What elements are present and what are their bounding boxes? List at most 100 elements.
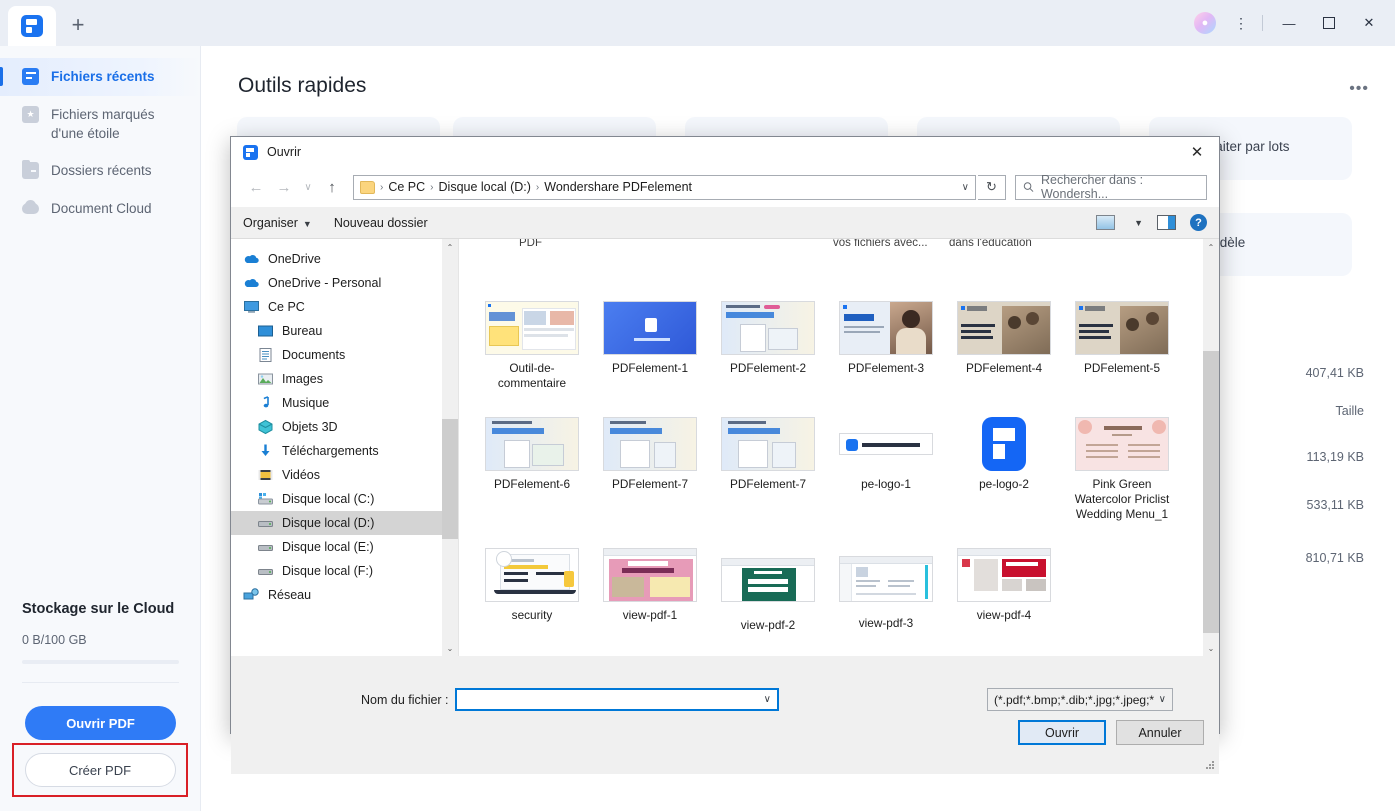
scroll-down-icon[interactable]: ⌄ (1203, 640, 1219, 656)
scroll-up-icon[interactable]: ⌃ (1203, 239, 1219, 255)
chevron-down-icon[interactable]: ∨ (962, 182, 969, 193)
filename-input[interactable]: ∨ (455, 688, 779, 711)
file-thumbnail (603, 417, 697, 471)
app-menu-button[interactable]: ⋮ (1226, 8, 1256, 38)
file-item[interactable]: pe-logo-2 (945, 417, 1063, 522)
sidebar-item-recent-files[interactable]: Fichiers récents (0, 58, 200, 96)
up-button[interactable]: ↑ (319, 174, 345, 200)
file-thumbnail (485, 548, 579, 602)
tree-item-onedrive[interactable]: OneDrive (231, 247, 458, 271)
dialog-close-button[interactable]: ✕ (1175, 137, 1219, 167)
tree-item-onedrive-personal[interactable]: OneDrive - Personal (231, 271, 458, 295)
filetype-select[interactable]: (*.pdf;*.bmp;*.dib;*.jpg;*.jpeg;* ∨ (987, 688, 1173, 711)
breadcrumb-item-drive-d[interactable]: Disque local (D:) (439, 180, 531, 194)
tree-item-drive-c[interactable]: Disque local (C:) (231, 487, 458, 511)
sidebar-divider (22, 682, 179, 683)
new-folder-button[interactable]: Nouveau dossier (334, 216, 428, 230)
dialog-titlebar: Ouvrir ✕ (231, 137, 1219, 167)
file-item[interactable]: Pink Green Watercolor Priclist Wedding M… (1063, 417, 1181, 522)
cloud-storage-title: Stockage sur le Cloud (22, 601, 175, 617)
tree-scrollbar-thumb[interactable] (442, 419, 458, 539)
file-item[interactable]: pe-logo-1 (827, 417, 945, 522)
tree-scrollbar[interactable]: ⌃ ⌄ (442, 239, 458, 656)
file-item[interactable]: view-pdf-3 (827, 548, 945, 633)
clipped-text: PDF (519, 239, 542, 249)
file-list-scrollbar[interactable]: ⌃ ⌄ (1203, 239, 1219, 656)
file-name: view-pdf-1 (622, 608, 678, 622)
file-item[interactable]: PDFelement-1 (591, 301, 709, 391)
scroll-down-icon[interactable]: ⌄ (442, 640, 458, 656)
back-button[interactable]: ← (243, 174, 269, 200)
file-item[interactable]: PDFelement-2 (709, 301, 827, 391)
main-more-button[interactable]: ••• (1349, 80, 1369, 98)
file-thumbnail (485, 301, 579, 355)
window-close-button[interactable]: ✕ (1349, 0, 1389, 46)
file-item[interactable]: PDFelement-3 (827, 301, 945, 391)
refresh-button[interactable]: ↻ (978, 174, 1006, 200)
new-tab-button[interactable]: + (62, 10, 94, 40)
file-item[interactable]: Outil-de-commentaire (473, 301, 591, 391)
create-pdf-button[interactable]: Créer PDF (24, 753, 176, 787)
file-item[interactable]: PDFelement-6 (473, 417, 591, 522)
file-thumbnail (957, 301, 1051, 355)
tree-item-label: Disque local (D:) (282, 516, 375, 530)
tree-item-label: Musique (282, 396, 330, 410)
open-pdf-button[interactable]: Ouvrir PDF (25, 706, 176, 740)
file-name: pe-logo-1 (861, 477, 911, 491)
tree-item-label: Réseau (268, 588, 312, 602)
tree-item-documents[interactable]: Documents (231, 343, 458, 367)
open-button[interactable]: Ouvrir (1018, 720, 1106, 745)
search-icon (1023, 182, 1034, 192)
sidebar-item-document-cloud[interactable]: Document Cloud (0, 190, 200, 228)
tree-item-label: Images (282, 372, 323, 386)
sidebar-item-starred-files[interactable]: ★ Fichiers marqués d'une étoile (0, 96, 200, 152)
forward-button[interactable]: → (271, 174, 297, 200)
tree-item-downloads[interactable]: Téléchargements (231, 439, 458, 463)
tree-item-drive-f[interactable]: Disque local (F:) (231, 559, 458, 583)
chevron-down-icon: ∨ (1158, 694, 1166, 705)
chevron-down-icon[interactable]: ▼ (1134, 218, 1143, 228)
breadcrumb-separator: › (535, 181, 540, 193)
search-box[interactable]: Rechercher dans : Wondersh... (1015, 173, 1207, 201)
file-list-scrollbar-thumb[interactable] (1203, 351, 1219, 633)
breadcrumb-item-folder[interactable]: Wondershare PDFelement (544, 180, 692, 194)
file-item[interactable]: PDFelement-5 (1063, 301, 1181, 391)
resize-grip[interactable] (1205, 761, 1215, 771)
scroll-up-icon[interactable]: ⌃ (442, 239, 458, 255)
file-item[interactable]: view-pdf-2 (709, 548, 827, 633)
app-tab-active[interactable] (8, 6, 56, 46)
file-item[interactable]: PDFelement-7 (591, 417, 709, 522)
tree-item-this-pc[interactable]: Ce PC (231, 295, 458, 319)
file-item[interactable]: PDFelement-7 (709, 417, 827, 522)
window-maximize-button[interactable] (1309, 0, 1349, 46)
file-item[interactable]: view-pdf-1 (591, 548, 709, 633)
file-item[interactable]: PDFelement-4 (945, 301, 1063, 391)
file-item[interactable]: view-pdf-4 (945, 548, 1063, 633)
avatar[interactable]: ● (1194, 12, 1216, 34)
view-mode-icon[interactable] (1096, 215, 1116, 230)
tree-item-desktop[interactable]: Bureau (231, 319, 458, 343)
file-list[interactable]: PDF vos fichiers avec... dans l'éducatio… (459, 239, 1219, 656)
file-thumbnail (721, 558, 815, 602)
breadcrumb[interactable]: › Ce PC › Disque local (D:) › Wondershar… (353, 174, 976, 200)
tree-item-drive-d[interactable]: Disque local (D:) (231, 511, 458, 535)
cancel-button[interactable]: Annuler (1116, 720, 1204, 745)
help-icon[interactable]: ? (1190, 214, 1207, 231)
sidebar-item-recent-folders[interactable]: Dossiers récents (0, 152, 200, 190)
chevron-down-icon[interactable]: ∨ (764, 694, 771, 705)
breadcrumb-item-this-pc[interactable]: Ce PC (388, 180, 425, 194)
tree-item-label: Disque local (C:) (282, 492, 375, 506)
tree-item-network[interactable]: Réseau (231, 583, 458, 607)
window-minimize-button[interactable]: — (1269, 0, 1309, 46)
preview-pane-icon[interactable] (1157, 215, 1176, 230)
file-row: security view-pdf-1 view-pdf-2 view-pdf-… (459, 548, 1219, 633)
organize-menu[interactable]: Organiser ▼ (243, 216, 312, 230)
tree-item-drive-e[interactable]: Disque local (E:) (231, 535, 458, 559)
file-name: view-pdf-4 (976, 608, 1032, 622)
tree-item-objects-3d[interactable]: Objets 3D (231, 415, 458, 439)
history-dropdown-button[interactable]: ∨ (299, 174, 317, 200)
tree-item-videos[interactable]: Vidéos (231, 463, 458, 487)
tree-item-music[interactable]: Musique (231, 391, 458, 415)
tree-item-pictures[interactable]: Images (231, 367, 458, 391)
file-item[interactable]: security (473, 548, 591, 633)
